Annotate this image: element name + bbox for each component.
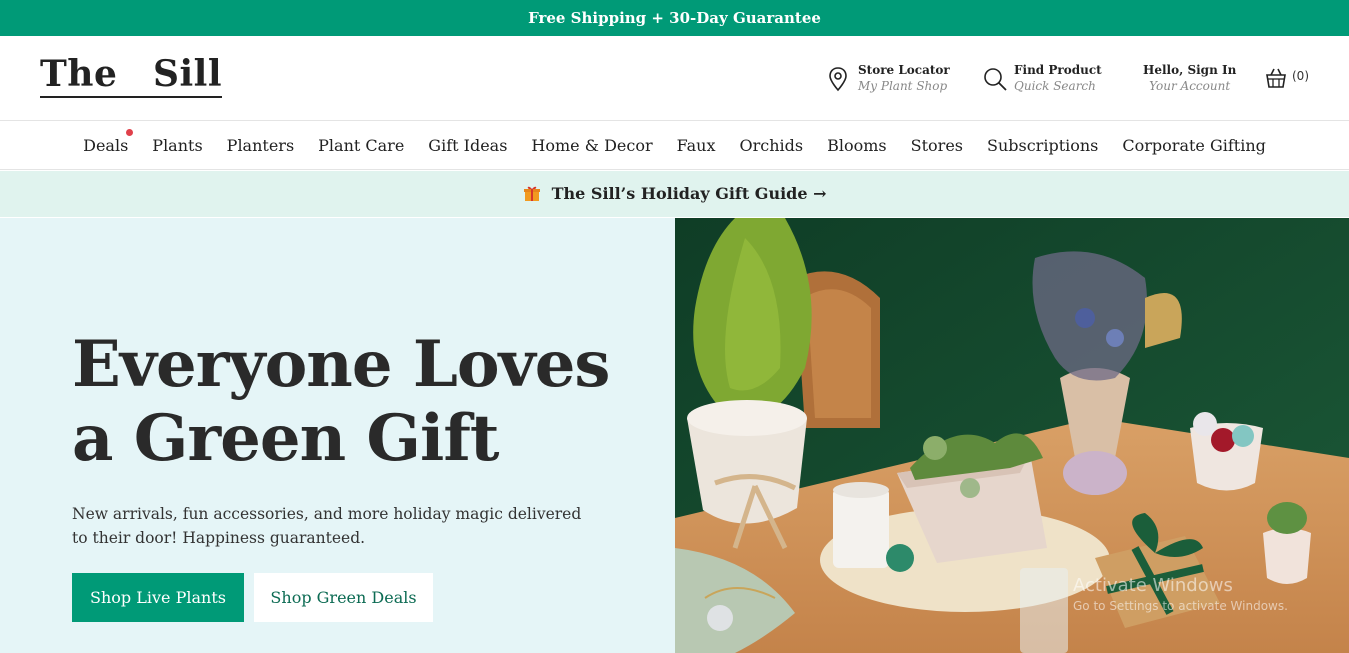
nav-item-deals[interactable]: Deals bbox=[71, 122, 140, 170]
store-locator-subtitle: My Plant Shop bbox=[858, 79, 948, 93]
promo-text: Free Shipping + 30-Day Guarantee bbox=[528, 9, 821, 27]
nav-item-subscriptions[interactable]: Subscriptions bbox=[975, 122, 1110, 170]
cart-count: (0) bbox=[1292, 69, 1309, 83]
site-header: The Sill Store Locator My Plant Shop Fin… bbox=[0, 36, 1349, 121]
find-product-title: Find Product bbox=[1014, 63, 1102, 77]
nav-item-plants[interactable]: Plants bbox=[140, 122, 214, 170]
windows-activation-watermark: Activate Windows Go to Settings to activ… bbox=[1073, 575, 1288, 615]
promo-banner[interactable]: Free Shipping + 30-Day Guarantee bbox=[0, 0, 1349, 36]
store-locator-title: Store Locator bbox=[858, 63, 950, 77]
gift-guide-banner[interactable]: The Sill’s Holiday Gift Guide → bbox=[0, 171, 1349, 217]
hero-title: Everyone Loves a Green Gift bbox=[72, 327, 610, 476]
site-logo[interactable]: The Sill bbox=[40, 54, 222, 98]
gift-icon bbox=[523, 184, 541, 202]
hero-text-panel: Everyone Loves a Green Gift New arrivals… bbox=[0, 218, 675, 653]
watermark-subtitle: Go to Settings to activate Windows. bbox=[1073, 599, 1288, 613]
shop-green-deals-button[interactable]: Shop Green Deals bbox=[254, 573, 433, 622]
account-title: Hello, Sign In bbox=[1143, 63, 1237, 77]
shop-live-plants-button[interactable]: Shop Live Plants bbox=[72, 573, 244, 622]
gift-guide-text: The Sill’s Holiday Gift Guide → bbox=[551, 184, 827, 203]
nav-item-blooms[interactable]: Blooms bbox=[815, 122, 899, 170]
store-locator-link[interactable]: Store Locator My Plant Shop bbox=[826, 62, 950, 96]
main-nav: Deals Plants Planters Plant Care Gift Id… bbox=[0, 122, 1349, 170]
find-product-subtitle: Quick Search bbox=[1014, 79, 1096, 93]
basket-icon bbox=[1264, 66, 1288, 92]
watermark-title: Activate Windows bbox=[1073, 575, 1233, 596]
nav-item-orchids[interactable]: Orchids bbox=[728, 122, 816, 170]
nav-item-home-decor[interactable]: Home & Decor bbox=[519, 122, 664, 170]
nav-item-gift-ideas[interactable]: Gift Ideas bbox=[416, 122, 519, 170]
cart-button[interactable]: (0) bbox=[1264, 66, 1309, 100]
nav-item-plant-care[interactable]: Plant Care bbox=[306, 122, 416, 170]
account-subtitle: Your Account bbox=[1149, 79, 1231, 93]
find-product-link[interactable]: Find Product Quick Search bbox=[982, 62, 1102, 96]
logo-word-sill: Sill bbox=[152, 53, 222, 95]
account-link[interactable]: Hello, Sign In Your Account bbox=[1143, 62, 1236, 96]
logo-word-the: The bbox=[40, 53, 118, 95]
hero-subtitle: New arrivals, fun accessories, and more … bbox=[72, 505, 582, 547]
map-pin-icon bbox=[826, 66, 850, 92]
deals-badge-dot bbox=[126, 129, 134, 136]
nav-item-faux[interactable]: Faux bbox=[665, 122, 728, 170]
nav-item-corporate-gifting[interactable]: Corporate Gifting bbox=[1110, 122, 1277, 170]
nav-item-stores[interactable]: Stores bbox=[899, 122, 975, 170]
nav-item-planters[interactable]: Planters bbox=[215, 122, 306, 170]
search-icon bbox=[982, 66, 1007, 92]
